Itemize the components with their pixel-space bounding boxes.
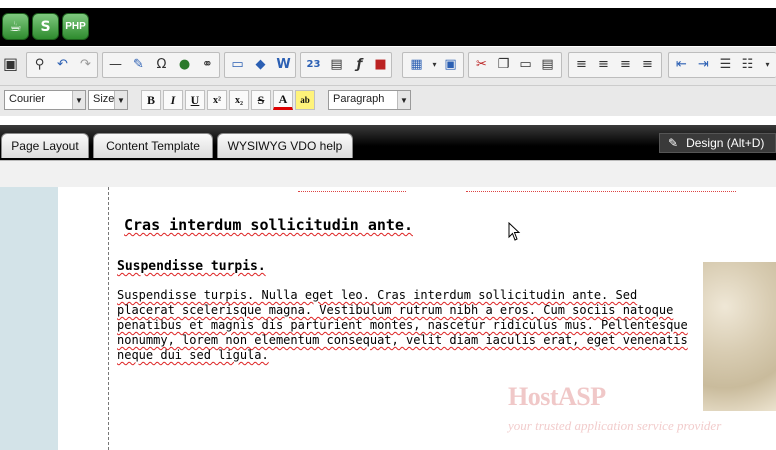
watermark-tagline: your trusted application service provide… bbox=[508, 418, 722, 433]
italic-button[interactable]: I bbox=[163, 90, 183, 110]
content-paragraph[interactable]: Suspendisse turpis. Nulla eget leo. Cras… bbox=[117, 288, 702, 363]
editor-subbar bbox=[0, 160, 776, 188]
image-icon[interactable]: ▭ bbox=[228, 55, 247, 74]
media-group: ▭ ◆ W bbox=[224, 52, 296, 78]
strikethrough-button[interactable]: S bbox=[251, 90, 271, 110]
bold-button[interactable]: B bbox=[141, 90, 161, 110]
hostasp-watermark: HostASP bbox=[508, 382, 606, 412]
redo-icon[interactable]: ↷ bbox=[76, 55, 95, 74]
bullet-list-icon[interactable]: ☷ bbox=[738, 55, 757, 74]
left-margin-pane bbox=[0, 187, 58, 450]
font-size-value: Size bbox=[93, 93, 115, 105]
content-heading-2[interactable]: Suspendisse turpis. bbox=[117, 259, 266, 274]
anchor-icon[interactable]: ⚭ bbox=[198, 55, 217, 74]
highlight-button[interactable]: ab bbox=[295, 90, 315, 110]
ordered-list-icon[interactable]: ☰ bbox=[716, 55, 735, 74]
pencil-icon: ✎ bbox=[668, 136, 679, 150]
toolbar-row-1: ▣ ⚲ ↶ ↷ — ✎ Ω ● ⚭ ▭ ◆ W 23 ▤ ƒ ■ ▦ ▾ ▣ ✂… bbox=[0, 47, 776, 86]
content-heading-1[interactable]: Cras interdum sollicitudin ante. bbox=[124, 216, 413, 234]
coffee-app-icon[interactable]: ☕ bbox=[2, 13, 29, 40]
copy-icon[interactable]: ❐ bbox=[494, 55, 513, 74]
clipboard-group: ✂ ❐ ▭ ▤ bbox=[468, 52, 562, 78]
superscript-button[interactable]: x² bbox=[207, 90, 227, 110]
app-bar bbox=[0, 8, 776, 46]
tab-wysiwyg-vdo-help[interactable]: WYSIWYG VDO help bbox=[217, 133, 353, 158]
save-icon[interactable]: ▣ bbox=[1, 54, 20, 73]
align-center-icon[interactable]: ≡ bbox=[594, 55, 613, 74]
media-clip-icon[interactable]: ■ bbox=[371, 55, 390, 74]
globe-icon[interactable]: ● bbox=[175, 55, 194, 74]
calendar-icon[interactable]: 23 bbox=[304, 55, 323, 74]
block-format-select[interactable]: Paragraph ▼ bbox=[328, 90, 411, 110]
font-family-select[interactable]: Courier ▼ bbox=[4, 90, 86, 110]
window-top-strip bbox=[0, 0, 776, 8]
font-color-button[interactable]: A bbox=[273, 90, 293, 110]
insert-group: — ✎ Ω ● ⚭ bbox=[102, 52, 220, 78]
chevron-down-icon: ▼ bbox=[72, 91, 85, 109]
align-justify-icon[interactable]: ≡ bbox=[638, 55, 657, 74]
outdent-icon[interactable]: ⇤ bbox=[672, 55, 691, 74]
flash-icon[interactable]: ◆ bbox=[251, 55, 270, 74]
content-image[interactable] bbox=[703, 262, 776, 411]
horizontal-rule-icon[interactable]: — bbox=[106, 55, 125, 74]
subscript-button[interactable]: x₂ bbox=[229, 90, 249, 110]
word-paste-icon[interactable]: W bbox=[274, 55, 293, 74]
find-icon[interactable]: ⚲ bbox=[30, 55, 49, 74]
tab-content-template[interactable]: Content Template bbox=[93, 133, 213, 158]
special-char-icon[interactable]: Ω bbox=[152, 55, 171, 74]
font-family-value: Courier bbox=[9, 93, 46, 105]
tab-page-layout[interactable]: Page Layout bbox=[1, 133, 89, 158]
watermark-host: Host bbox=[508, 382, 559, 411]
list-chevron-down-icon[interactable]: ▾ bbox=[758, 55, 776, 74]
table-group: ▦ ▾ ▣ bbox=[402, 52, 464, 78]
list-group: ⇤ ⇥ ☰ ☷ ▾ bbox=[668, 52, 776, 78]
php-app-icon[interactable]: PHP bbox=[62, 13, 89, 40]
indent-icon[interactable]: ⇥ bbox=[694, 55, 713, 74]
tools-group: 23 ▤ ƒ ■ bbox=[300, 52, 392, 78]
chevron-down-icon: ▼ bbox=[114, 91, 127, 109]
select-all-icon[interactable]: ▣ bbox=[441, 55, 460, 74]
align-left-icon[interactable]: ≡ bbox=[572, 55, 591, 74]
page-boundary-line bbox=[108, 187, 109, 450]
paste-text-icon[interactable]: ▤ bbox=[538, 55, 557, 74]
link-icon[interactable]: ✎ bbox=[129, 55, 148, 74]
function-icon[interactable]: ƒ bbox=[350, 55, 369, 74]
undo-icon[interactable]: ↶ bbox=[53, 55, 72, 74]
design-mode-label: Design (Alt+D) bbox=[686, 136, 765, 150]
spell-underline bbox=[466, 187, 736, 192]
cut-icon[interactable]: ✂ bbox=[472, 55, 491, 74]
chevron-down-icon: ▼ bbox=[397, 91, 410, 109]
mouse-pointer-icon bbox=[508, 222, 521, 241]
s-app-icon[interactable]: S bbox=[32, 13, 59, 40]
font-size-select[interactable]: Size ▼ bbox=[88, 90, 128, 110]
document-icon[interactable]: ▤ bbox=[327, 55, 346, 74]
design-mode-button[interactable]: ✎ Design (Alt+D) bbox=[659, 133, 776, 153]
align-group: ≡ ≡ ≡ ≡ bbox=[568, 52, 662, 78]
spell-underline bbox=[298, 187, 406, 192]
underline-button[interactable]: U bbox=[185, 90, 205, 110]
align-right-icon[interactable]: ≡ bbox=[616, 55, 635, 74]
block-format-value: Paragraph bbox=[333, 93, 385, 105]
paste-icon[interactable]: ▭ bbox=[516, 55, 535, 74]
watermark-asp: ASP bbox=[558, 382, 606, 411]
edit-group: ⚲ ↶ ↷ bbox=[26, 52, 98, 78]
table-icon[interactable]: ▦ bbox=[407, 55, 426, 74]
